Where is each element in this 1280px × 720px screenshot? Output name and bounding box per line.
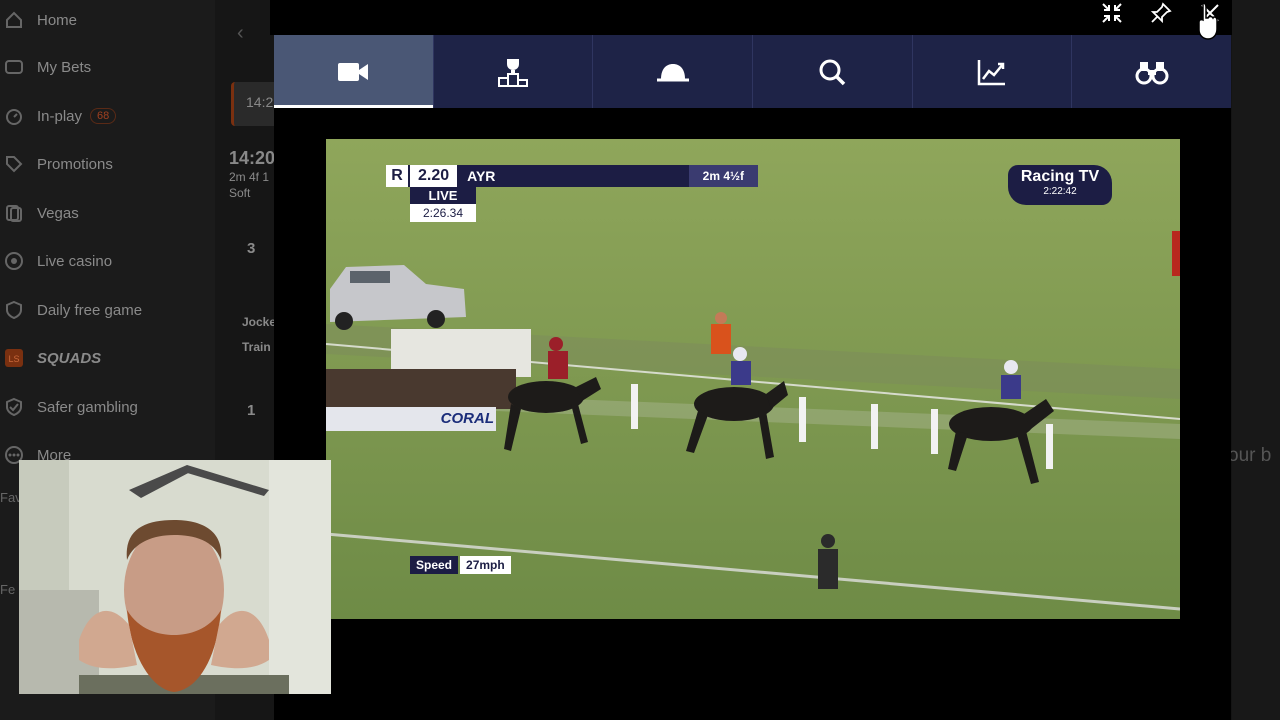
tab-racecard[interactable] bbox=[593, 35, 754, 108]
tab-live-video[interactable] bbox=[274, 35, 434, 108]
jockey-label: Jocke bbox=[242, 315, 277, 329]
background-right-panel bbox=[1232, 0, 1280, 720]
binoculars-icon bbox=[1135, 61, 1169, 84]
race-course: AYR bbox=[467, 168, 496, 184]
sponsor-banner: CORAL bbox=[440, 410, 494, 427]
racing-tv-logo-icon: R bbox=[386, 165, 408, 187]
podium-icon bbox=[498, 58, 528, 87]
chevron-left-icon[interactable]: ‹ bbox=[237, 22, 251, 44]
video-modal-header bbox=[270, 0, 1232, 35]
tab-search[interactable] bbox=[753, 35, 913, 108]
channel-logo: Racing TV 2:22:42 bbox=[1008, 165, 1112, 205]
tab-watch[interactable] bbox=[1072, 35, 1231, 108]
sidebar-item-label: Live casino bbox=[37, 252, 113, 270]
sidebar-item-label: Home bbox=[37, 11, 78, 29]
speed-label: Speed bbox=[410, 556, 459, 574]
sidebar-item-daily-free-game[interactable]: Daily free game bbox=[0, 290, 215, 330]
sidebar-item-label: My Bets bbox=[37, 58, 92, 76]
sidebar-item-squads[interactable]: LS SQUADS bbox=[0, 338, 215, 378]
live-label: LIVE bbox=[410, 187, 476, 204]
sidebar-item-label: In-play bbox=[37, 107, 83, 125]
safe-shield-icon bbox=[3, 396, 25, 418]
sidebar-item-in-play[interactable]: In-play 68 bbox=[0, 96, 215, 136]
sidebar-item-label: Safer gambling bbox=[37, 398, 138, 416]
featured-partial-label: Fe bbox=[0, 582, 16, 597]
runner-number: 3 bbox=[247, 240, 256, 257]
sidebar-item-home[interactable]: Home bbox=[0, 0, 215, 40]
webcam-overlay bbox=[19, 460, 331, 694]
sidebar-item-vegas[interactable]: Vegas bbox=[0, 193, 215, 233]
race-info-overlay: R 2.20 AYR 2m 4½f bbox=[386, 165, 758, 187]
channel-name: Racing TV bbox=[1020, 168, 1100, 185]
race-going: Soft bbox=[229, 186, 251, 200]
sidebar-item-label: Promotions bbox=[37, 155, 113, 173]
squads-icon: LS bbox=[3, 347, 25, 369]
pin-button[interactable] bbox=[1148, 0, 1174, 26]
live-clock-overlay: LIVE 2:26.34 bbox=[410, 187, 476, 222]
chart-icon bbox=[977, 59, 1006, 85]
race-time-tab-label: 14:2 bbox=[246, 94, 274, 110]
stopwatch-icon bbox=[3, 105, 25, 127]
speed-value: 27mph bbox=[460, 556, 511, 574]
shield-icon bbox=[3, 299, 25, 321]
race-time: 2.20 bbox=[410, 165, 458, 187]
tab-results[interactable] bbox=[434, 35, 594, 108]
in-play-count-badge: 68 bbox=[90, 108, 117, 124]
minimize-icon bbox=[1102, 3, 1122, 23]
sidebar-item-live-casino[interactable]: Live casino bbox=[0, 241, 215, 281]
mouse-cursor-icon bbox=[1196, 2, 1220, 45]
pin-icon bbox=[1150, 2, 1172, 24]
home-icon bbox=[3, 9, 25, 31]
jockey-cap-icon bbox=[656, 63, 689, 81]
tag-icon bbox=[3, 153, 25, 175]
svg-text:LS: LS bbox=[8, 354, 19, 364]
chip-icon bbox=[3, 250, 25, 272]
channel-clock: 2:22:42 bbox=[1043, 186, 1077, 197]
search-icon bbox=[819, 59, 846, 85]
cards-icon bbox=[3, 202, 25, 224]
sidebar-item-promotions[interactable]: Promotions bbox=[0, 144, 215, 184]
tab-form-chart[interactable] bbox=[913, 35, 1073, 108]
race-distance: 2m 4½f bbox=[688, 165, 758, 187]
video-camera-icon bbox=[338, 62, 369, 81]
sidebar-item-label: Daily free game bbox=[37, 301, 143, 319]
video-modal-tabs bbox=[274, 35, 1231, 108]
bets-icon bbox=[3, 56, 25, 78]
background-partial-text: our b bbox=[1228, 445, 1272, 466]
sidebar-item-safer-gambling[interactable]: Safer gambling bbox=[0, 387, 215, 427]
webcam-frame bbox=[19, 460, 331, 694]
sidebar-item-my-bets[interactable]: My Bets bbox=[0, 47, 215, 87]
race-video-player[interactable]: CORAL R 2.20 AYR 2m 4½f LIVE 2:26.34 Rac… bbox=[326, 139, 1180, 619]
sidebar-item-label: Vegas bbox=[37, 204, 79, 222]
runner-number: 1 bbox=[247, 402, 256, 419]
trainer-label: Train bbox=[242, 340, 271, 354]
minimize-button[interactable] bbox=[1099, 0, 1125, 26]
sidebar-item-label: SQUADS bbox=[37, 349, 102, 367]
race-time-heading: 14:20 bbox=[229, 148, 276, 168]
race-distance: 2m 4f 1 bbox=[229, 170, 270, 184]
race-clock: 2:26.34 bbox=[410, 204, 476, 222]
speed-overlay: Speed 27mph bbox=[410, 556, 511, 574]
